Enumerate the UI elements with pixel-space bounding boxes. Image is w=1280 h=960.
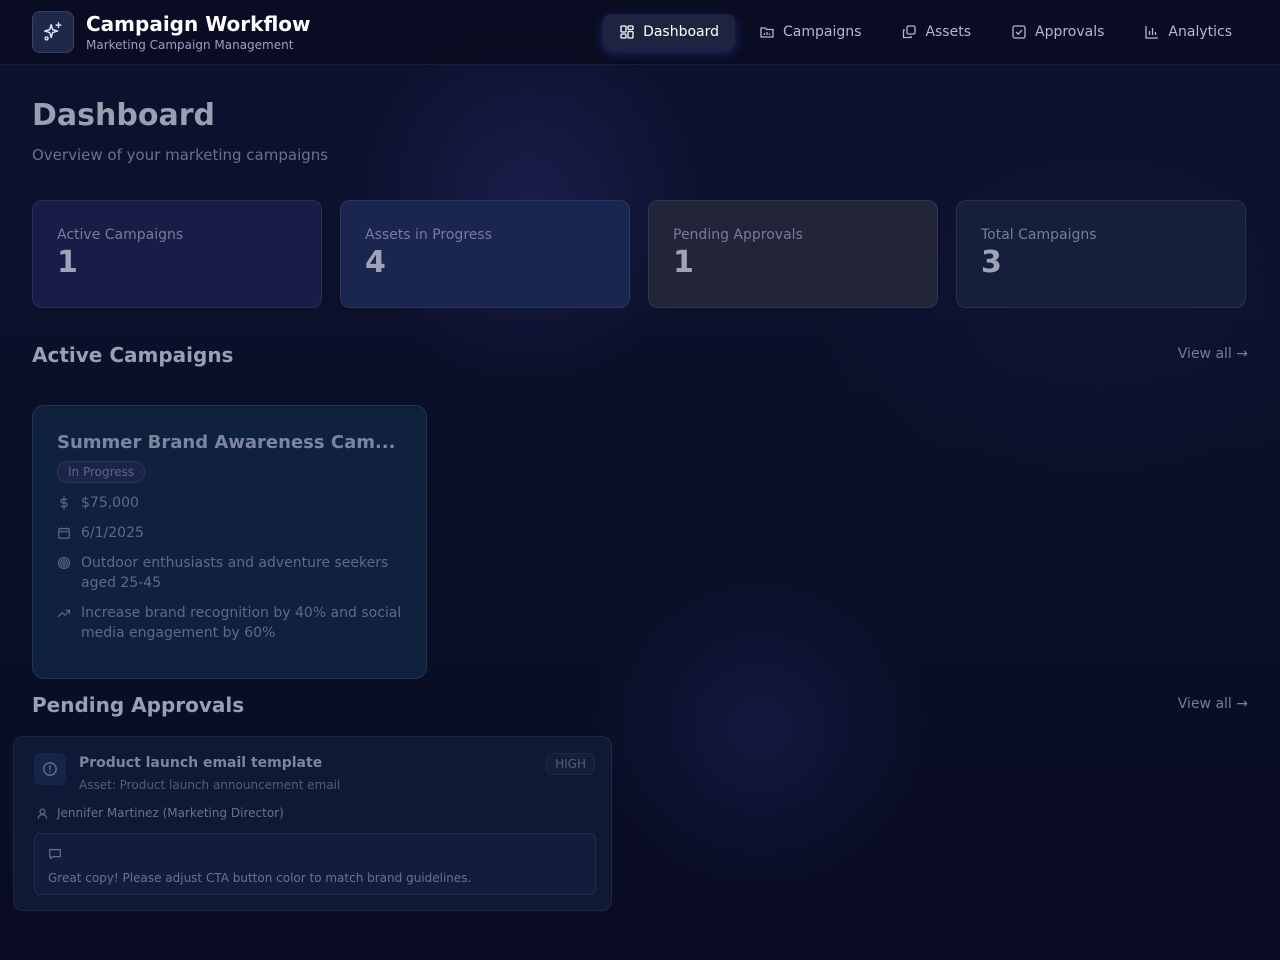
approval-asset: Asset: Product launch announcement email	[79, 778, 341, 792]
checkbox-icon	[1012, 25, 1026, 39]
grid-icon	[620, 25, 634, 39]
active-campaigns-view-all-link[interactable]: View all →	[1178, 346, 1248, 362]
campaign-budget-row: $75,000	[57, 493, 402, 513]
stat-card-pending-approvals[interactable]: Pending Approvals 1	[648, 200, 938, 308]
approval-reviewer: Jennifer Martinez (Marketing Director)	[57, 806, 284, 820]
stat-card-total-campaigns[interactable]: Total Campaigns 3	[956, 200, 1246, 308]
stat-card-assets-in-progress[interactable]: Assets in Progress 4	[340, 200, 630, 308]
page-subtitle: Overview of your marketing campaigns	[32, 146, 329, 164]
campaign-budget: $75,000	[81, 495, 139, 511]
bar-chart-icon	[1145, 26, 1159, 39]
approval-card[interactable]: Product launch email template Asset: Pro…	[13, 736, 612, 911]
app-subtitle: Marketing Campaign Management	[86, 38, 294, 52]
nav-assets[interactable]: Assets	[885, 14, 987, 50]
nav-label: Assets	[925, 24, 971, 40]
stat-value: 4	[365, 245, 386, 280]
calendar-icon	[58, 527, 70, 539]
app-title: Campaign Workflow	[86, 12, 311, 36]
campaign-title: Summer Brand Awareness Cam...	[57, 432, 396, 453]
campaign-audience-row: Outdoor enthusiasts and adventure seeker…	[57, 553, 402, 593]
stat-label: Assets in Progress	[365, 227, 492, 243]
status-badge: In Progress	[57, 461, 146, 483]
dollar-icon	[60, 496, 68, 510]
stat-label: Pending Approvals	[673, 227, 803, 243]
main-nav: Dashboard Campaigns Assets Approvals Ana…	[603, 14, 1248, 50]
pending-approvals-view-all-link[interactable]: View all →	[1178, 696, 1248, 712]
nav-label: Approvals	[1035, 24, 1105, 40]
approval-comment-box: Great copy! Please adjust CTA button col…	[34, 833, 596, 895]
stat-label: Active Campaigns	[57, 227, 184, 243]
pending-approvals-heading: Pending Approvals	[32, 693, 245, 717]
sparkles-icon[interactable]	[32, 11, 74, 53]
nav-analytics[interactable]: Analytics	[1128, 14, 1248, 50]
approval-reviewer-row: Jennifer Martinez (Marketing Director)	[36, 806, 284, 820]
priority-badge: HIGH	[546, 753, 595, 775]
approval-title: Product launch email template	[79, 755, 323, 771]
nav-dashboard[interactable]: Dashboard	[603, 14, 736, 50]
nav-campaigns[interactable]: Campaigns	[743, 14, 877, 50]
campaign-card[interactable]: Summer Brand Awareness Cam... In Progres…	[32, 405, 427, 679]
nav-label: Dashboard	[643, 24, 720, 40]
nav-label: Campaigns	[783, 24, 862, 40]
top-bar: Campaign Workflow Marketing Campaign Man…	[0, 0, 1280, 65]
nav-approvals[interactable]: Approvals	[995, 14, 1120, 50]
campaign-goal-row: Increase brand recognition by 40% and so…	[57, 603, 402, 643]
stat-value: 1	[673, 245, 694, 280]
user-icon	[37, 807, 48, 819]
nav-label: Analytics	[1168, 24, 1232, 40]
page-title: Dashboard	[32, 98, 215, 133]
copy-icon	[903, 25, 917, 39]
campaign-goal: Increase brand recognition by 40% and so…	[81, 605, 402, 641]
alert-circle-icon	[34, 753, 66, 785]
approval-comment: Great copy! Please adjust CTA button col…	[48, 871, 472, 885]
stat-label: Total Campaigns	[981, 227, 1097, 243]
campaign-audience: Outdoor enthusiasts and adventure seeker…	[81, 555, 389, 591]
target-icon	[58, 557, 70, 569]
stat-value: 1	[57, 245, 78, 280]
stat-value: 3	[981, 245, 1002, 280]
folder-chart-icon	[760, 27, 774, 38]
trending-up-icon	[57, 609, 71, 618]
campaign-date: 6/1/2025	[81, 525, 144, 541]
stat-card-active-campaigns[interactable]: Active Campaigns 1	[32, 200, 322, 308]
message-icon	[49, 849, 61, 860]
active-campaigns-heading: Active Campaigns	[32, 343, 234, 367]
campaign-date-row: 6/1/2025	[57, 523, 402, 543]
